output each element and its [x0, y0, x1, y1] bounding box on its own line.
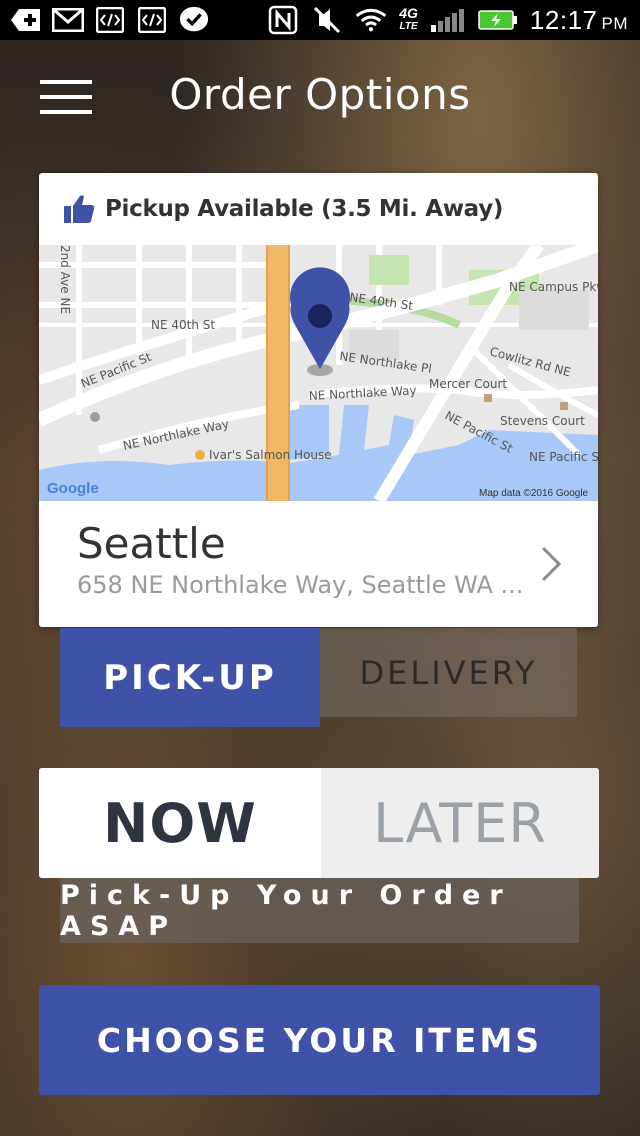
- mute-icon: [311, 6, 343, 34]
- status-bar: 4G LTE 12:17 PM: [0, 0, 640, 40]
- network-sub-label: LTE: [399, 21, 418, 32]
- map-label: NE Pacific S: [529, 450, 598, 464]
- notification-icons: [0, 6, 210, 33]
- order-mode-toggle: PICK-UP DELIVERY: [60, 628, 577, 727]
- map-label: NE Campus Pkwy: [509, 280, 598, 294]
- network-label: 4G: [399, 5, 418, 21]
- clock: 12:17 PM: [530, 5, 628, 36]
- gmail-icon: [52, 7, 84, 33]
- location-card: Pickup Available (3.5 Mi. Away) 2nd Ave …: [39, 173, 598, 627]
- order-time-hint: Pick-Up Your Order ASAP: [60, 878, 579, 943]
- store-name: Seattle: [77, 519, 226, 568]
- clock-ampm: PM: [601, 13, 628, 33]
- pickup-availability: Pickup Available (3.5 Mi. Away): [39, 173, 598, 245]
- map-label: NE 40th St: [151, 318, 215, 332]
- system-icons: 4G LTE 12:17 PM: [267, 5, 640, 36]
- choose-items-button[interactable]: CHOOSE YOUR ITEMS: [39, 985, 600, 1095]
- map-label: Mercer Court: [429, 377, 507, 391]
- page-title: Order Options: [169, 70, 471, 119]
- signal-icon: [430, 7, 466, 33]
- pickup-button[interactable]: PICK-UP: [60, 628, 320, 727]
- later-button[interactable]: LATER: [321, 768, 599, 878]
- store-address: 658 NE Northlake Way, Seattle WA ...: [77, 571, 524, 599]
- check-bubble-icon: [178, 6, 210, 33]
- location-map[interactable]: 2nd Ave NE NE 40th St NE 40th St NE Camp…: [39, 245, 598, 501]
- network-type: 4G LTE: [399, 5, 418, 33]
- now-button[interactable]: NOW: [39, 768, 321, 878]
- code-icon: [94, 7, 126, 33]
- code-icon: [136, 7, 168, 33]
- pickup-availability-text: Pickup Available (3.5 Mi. Away): [105, 196, 504, 222]
- battery-charging-icon: [478, 7, 518, 33]
- add-icon: [10, 7, 42, 33]
- map-label: Stevens Court: [500, 414, 585, 428]
- thumbs-up-icon: [63, 193, 95, 225]
- google-logo: Google: [47, 480, 99, 497]
- map-attribution: Map data ©2016 Google: [479, 488, 589, 499]
- nfc-icon: [267, 5, 299, 35]
- delivery-button[interactable]: DELIVERY: [320, 628, 577, 717]
- chevron-right-icon[interactable]: [540, 545, 562, 583]
- map-label: Ivar's Salmon House: [209, 448, 332, 462]
- order-time-toggle: NOW LATER: [39, 768, 599, 878]
- wifi-icon: [355, 7, 387, 33]
- app-header: Order Options: [0, 40, 640, 152]
- map-label: 2nd Ave NE: [58, 245, 72, 314]
- clock-time: 12:17: [529, 4, 598, 35]
- store-selector[interactable]: Seattle 658 NE Northlake Way, Seattle WA…: [39, 501, 598, 627]
